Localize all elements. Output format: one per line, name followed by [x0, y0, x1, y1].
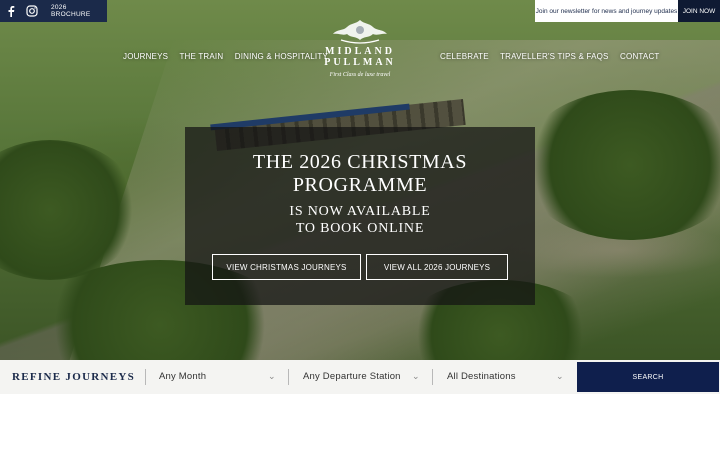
divider	[145, 369, 146, 385]
promo-title-line1: THE 2026 CHRISTMAS	[252, 151, 468, 173]
join-now-button[interactable]: JOIN NOW	[678, 0, 720, 22]
divider	[288, 369, 289, 385]
site-logo[interactable]: MIDLAND PULLMAN First Class de luxe trav…	[303, 18, 417, 88]
view-christmas-journeys-button[interactable]: VIEW CHRISTMAS JOURNEYS	[212, 254, 361, 280]
promo-subtitle: IS NOW AVAILABLE TO BOOK ONLINE	[185, 203, 535, 237]
nav-celebrate[interactable]: CELEBRATE	[440, 52, 489, 61]
promo-sub-line1: IS NOW AVAILABLE	[289, 204, 431, 219]
nav-journeys[interactable]: JOURNEYS	[123, 52, 168, 61]
facebook-icon[interactable]	[0, 0, 21, 22]
month-select[interactable]: Any Month	[159, 371, 206, 382]
view-all-journeys-button[interactable]: VIEW ALL 2026 JOURNEYS	[366, 254, 508, 280]
logo-tagline: First Class de luxe travel	[329, 72, 391, 78]
topbar-left: 2026 BROCHURE	[0, 0, 107, 22]
crest-icon	[333, 20, 387, 44]
nav-tips-faqs[interactable]: TRAVELLER'S TIPS & FAQS	[500, 52, 609, 61]
refine-title: REFINE JOURNEYS	[12, 371, 136, 383]
chevron-down-icon[interactable]: ⌄	[268, 371, 276, 382]
nav-right: CELEBRATE TRAVELLER'S TIPS & FAQS CONTAC…	[440, 52, 669, 61]
destination-select[interactable]: All Destinations	[447, 371, 516, 382]
newsletter-link[interactable]: Join our newsletter for news and journey…	[535, 0, 678, 22]
chevron-down-icon[interactable]: ⌄	[412, 371, 420, 382]
nav-the-train[interactable]: THE TRAIN	[179, 52, 223, 61]
promo-title-line2: PROGRAMME	[292, 174, 428, 196]
nav-contact[interactable]: CONTACT	[620, 52, 659, 61]
logo-name-line2: PULLMAN	[324, 57, 396, 68]
promo-sub-line2: TO BOOK ONLINE	[295, 221, 425, 236]
chevron-down-icon[interactable]: ⌄	[556, 371, 564, 382]
brochure-link[interactable]: 2026 BROCHURE	[51, 4, 107, 18]
instagram-icon[interactable]	[21, 0, 42, 22]
promo-title: THE 2026 CHRISTMAS PROGRAMME	[185, 151, 535, 197]
divider	[432, 369, 433, 385]
logo-name-line1: MIDLAND	[325, 46, 395, 57]
search-button[interactable]: SEARCH	[577, 362, 719, 392]
departure-station-select[interactable]: Any Departure Station	[303, 371, 401, 382]
